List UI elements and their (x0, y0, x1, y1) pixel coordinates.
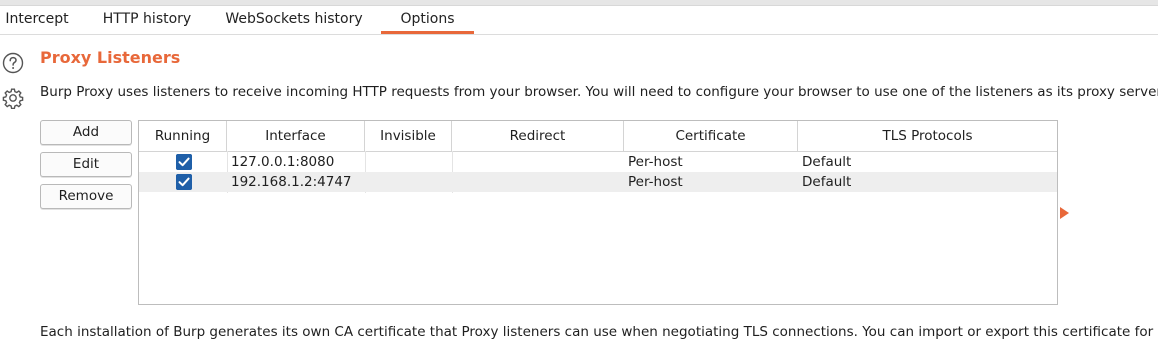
settings-gear-icon[interactable] (2, 87, 24, 109)
tab-websockets-history[interactable]: WebSockets history (218, 6, 370, 33)
tab-options[interactable]: Options (381, 6, 474, 34)
cell-interface: 192.168.1.2:4747 (231, 174, 352, 190)
cell-interface: 127.0.0.1:8080 (231, 154, 335, 170)
column-header-interface[interactable]: Interface (227, 121, 365, 151)
tab-http-history[interactable]: HTTP history (90, 6, 204, 33)
remove-button[interactable]: Remove (40, 184, 132, 209)
column-header-certificate[interactable]: Certificate (624, 121, 798, 151)
cell-certificate: Per-host (628, 154, 683, 170)
help-icon[interactable] (2, 52, 24, 74)
expand-arrow-icon[interactable] (1060, 207, 1069, 219)
cell-redirect (452, 152, 624, 172)
tab-bar: Intercept HTTP history WebSockets histor… (0, 6, 1158, 35)
ca-certificate-description: Each installation of Burp generates its … (40, 324, 1158, 340)
edit-button[interactable]: Edit (40, 152, 132, 177)
cell-invisible (365, 152, 452, 172)
column-header-tls-protocols[interactable]: TLS Protocols (798, 121, 1057, 151)
column-header-invisible[interactable]: Invisible (365, 121, 452, 151)
add-button[interactable]: Add (40, 120, 132, 145)
table-row[interactable]: 192.168.1.2:4747 Per-host Default (139, 172, 1057, 192)
section-title: Proxy Listeners (40, 48, 181, 67)
cell-invisible (365, 172, 452, 192)
table-row[interactable]: 127.0.0.1:8080 Per-host Default (139, 152, 1057, 172)
running-checkbox[interactable] (176, 154, 192, 170)
section-description: Burp Proxy uses listeners to receive inc… (40, 84, 1158, 100)
cell-tls-protocols: Default (802, 154, 852, 170)
cell-certificate: Per-host (628, 174, 683, 190)
column-header-running[interactable]: Running (139, 121, 227, 151)
running-checkbox[interactable] (176, 174, 192, 190)
table-header: Running Interface Invisible Redirect Cer… (139, 121, 1057, 152)
tab-intercept[interactable]: Intercept (0, 6, 74, 33)
cell-redirect (452, 172, 624, 192)
column-header-redirect[interactable]: Redirect (452, 121, 624, 151)
proxy-listeners-table[interactable]: Running Interface Invisible Redirect Cer… (138, 120, 1058, 305)
cell-tls-protocols: Default (802, 174, 852, 190)
